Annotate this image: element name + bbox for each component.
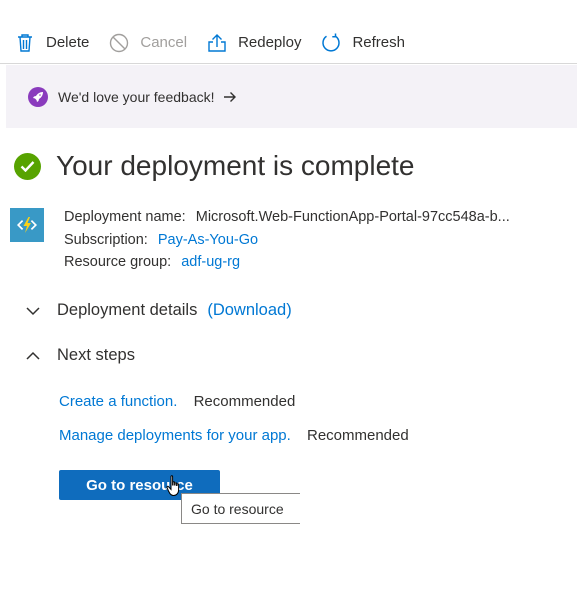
delete-button[interactable]: Delete [14, 27, 89, 59]
deployment-info: Deployment name: Microsoft.Web-FunctionA… [64, 206, 564, 274]
subscription-link[interactable]: Pay-As-You-Go [158, 232, 258, 248]
deployment-details-label: Deployment details [57, 301, 198, 319]
subscription-row: Subscription: Pay-As-You-Go [64, 229, 564, 252]
page-title: Your deployment is complete [56, 150, 415, 181]
feedback-text: We'd love your feedback! [58, 88, 215, 105]
recommended-tag: Recommended [306, 427, 409, 444]
tooltip: Go to resource [181, 493, 300, 524]
resource-group-row: Resource group: adf-ug-rg [64, 251, 564, 274]
cancel-label: Cancel [140, 34, 188, 51]
resource-group-link[interactable]: adf-ug-rg [181, 254, 240, 270]
redeploy-label: Redeploy [238, 34, 302, 51]
refresh-icon [320, 32, 342, 54]
deployment-name-row: Deployment name: Microsoft.Web-FunctionA… [64, 206, 564, 229]
manage-deployments-link[interactable]: Manage deployments for your app. [59, 427, 291, 444]
upload-icon [206, 32, 228, 54]
page-header: Your deployment is complete [14, 150, 415, 182]
deployment-details-section[interactable]: Deployment details (Download) [24, 301, 292, 320]
chevron-up-icon [24, 347, 42, 365]
command-bar: Delete Cancel Redeploy Refresh [0, 22, 577, 64]
redeploy-button[interactable]: Redeploy [206, 27, 301, 59]
next-steps-section[interactable]: Next steps [24, 346, 135, 365]
next-step-item: Create a function. Recommended [59, 393, 295, 410]
cancel-button[interactable]: Cancel [108, 27, 187, 59]
feedback-banner[interactable]: We'd love your feedback! [6, 65, 577, 128]
subscription-label: Subscription: [64, 231, 148, 248]
success-check-icon [14, 152, 41, 180]
rocket-icon [28, 86, 48, 107]
chevron-down-icon [24, 302, 42, 320]
refresh-button[interactable]: Refresh [320, 27, 405, 59]
delete-label: Delete [46, 34, 90, 51]
trash-icon [14, 32, 36, 54]
download-link[interactable]: (Download) [207, 301, 291, 320]
create-function-link[interactable]: Create a function. [59, 393, 177, 410]
next-step-item: Manage deployments for your app. Recomme… [59, 427, 409, 444]
function-app-icon [10, 208, 44, 242]
arrow-right-icon [223, 91, 237, 103]
resource-group-label: Resource group: [64, 254, 172, 270]
next-steps-label: Next steps [57, 346, 135, 364]
refresh-label: Refresh [352, 34, 405, 51]
deployment-name-value: Microsoft.Web-FunctionApp-Portal-97cc548… [195, 209, 510, 225]
recommended-tag: Recommended [193, 393, 296, 410]
deployment-name-label: Deployment name: [64, 209, 186, 225]
cancel-icon [108, 32, 130, 54]
